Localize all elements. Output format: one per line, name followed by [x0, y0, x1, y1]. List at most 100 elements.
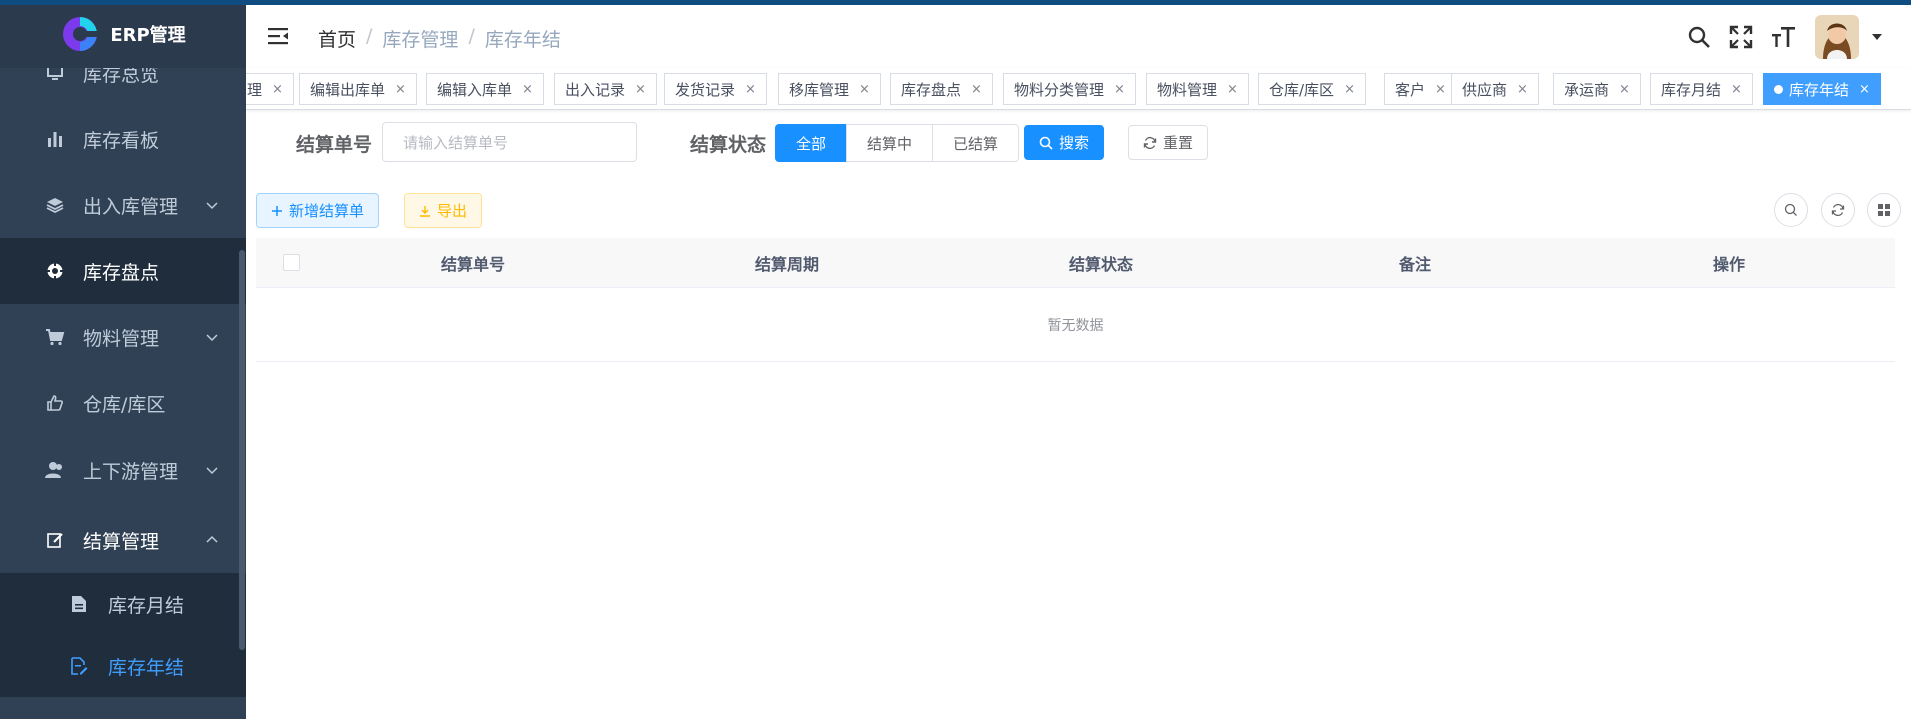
sidebar-item-inout-management[interactable]: 出入库管理 — [0, 172, 246, 238]
tag-material-category[interactable]: 物料分类管理 × — [1003, 73, 1136, 105]
search-icon — [1039, 136, 1053, 150]
cart-icon — [44, 326, 66, 348]
bar-chart-icon — [44, 128, 66, 150]
download-icon — [420, 205, 430, 217]
sidebar-item-inventory-board[interactable]: 库存看板 — [0, 106, 246, 172]
status-option-settled[interactable]: 已结算 — [932, 124, 1020, 162]
close-icon[interactable]: × — [1227, 82, 1238, 97]
refresh-icon — [1831, 203, 1845, 217]
close-icon[interactable]: × — [1517, 82, 1528, 97]
logo-icon — [60, 14, 101, 54]
toggle-search-button[interactable] — [1774, 193, 1808, 227]
plus-icon — [272, 205, 282, 216]
tag-label: 供应商 — [1462, 80, 1508, 99]
select-all-checkbox[interactable] — [283, 254, 300, 271]
export-button[interactable]: 导出 — [404, 193, 483, 228]
close-icon[interactable]: × — [272, 82, 283, 97]
tag-label: 承运商 — [1564, 80, 1610, 99]
close-icon[interactable]: × — [1731, 82, 1742, 97]
column-header-remark[interactable]: 备注 — [1258, 238, 1572, 288]
tag-label: 编辑出库单 — [310, 80, 386, 99]
column-header-period[interactable]: 结算周期 — [630, 238, 944, 288]
tag-yearly-closing[interactable]: 库存年结 × — [1763, 73, 1881, 105]
columns-button[interactable] — [1867, 193, 1901, 227]
sidebar-item-label: 出入库管理 — [83, 195, 179, 218]
menu-fold-icon[interactable] — [266, 24, 290, 48]
app-logo[interactable]: ERP管理 — [0, 0, 246, 68]
close-icon[interactable]: × — [1859, 82, 1870, 97]
close-icon[interactable]: × — [745, 82, 756, 97]
caret-down-icon[interactable] — [1871, 31, 1883, 43]
sidebar-item-label: 上下游管理 — [83, 460, 179, 483]
close-icon[interactable]: × — [1619, 82, 1630, 97]
breadcrumb-home[interactable]: 首页 — [318, 25, 356, 52]
thumb-icon — [44, 392, 66, 414]
grid-icon — [1878, 204, 1890, 216]
tag-transfer[interactable]: 移库管理 × — [778, 73, 881, 105]
tag-materials[interactable]: 物料管理 × — [1146, 73, 1249, 105]
tag-shipping-records[interactable]: 发货记录 × — [664, 73, 767, 105]
chevron-up-icon — [206, 535, 218, 543]
settlement-status-radio-group: 全部 结算中 已结算 — [775, 124, 1020, 162]
sidebar-scrollbar[interactable] — [239, 250, 245, 650]
status-option-in-progress[interactable]: 结算中 — [846, 124, 934, 162]
breadcrumb-inventory: 库存管理 — [382, 29, 459, 51]
users-icon — [44, 459, 66, 481]
sidebar-subitem-yearly-closing[interactable]: 库存年结 — [0, 635, 246, 697]
search-icon[interactable] — [1685, 23, 1713, 51]
tag-carrier[interactable]: 承运商 × — [1553, 73, 1641, 105]
tag-warehouse[interactable]: 仓库/库区 × — [1258, 73, 1366, 105]
close-icon[interactable]: × — [1114, 82, 1125, 97]
status-option-all[interactable]: 全部 — [775, 124, 848, 162]
tag-inout-records[interactable]: 出入记录 × — [554, 73, 657, 105]
settlement-no-label: 结算单号 — [296, 134, 373, 156]
tag-label: 移库管理 — [789, 80, 850, 99]
edit-icon — [44, 529, 66, 551]
font-size-icon[interactable] — [1769, 23, 1797, 51]
settlement-no-input[interactable]: 请输入结算单号 — [382, 122, 637, 162]
close-icon[interactable]: × — [1435, 82, 1446, 97]
app-title: ERP管理 — [110, 25, 186, 46]
sidebar-item-warehouse[interactable]: 仓库/库区 — [0, 370, 246, 436]
sidebar-item-stocktaking[interactable]: 库存盘点 — [0, 238, 246, 304]
sidebar-item-label: 仓库/库区 — [83, 393, 166, 416]
add-settlement-button[interactable]: 新增结算单 — [256, 193, 380, 228]
sidebar-item-label: 库存月结 — [108, 594, 185, 617]
close-icon[interactable]: × — [395, 82, 406, 97]
sidebar-subitem-monthly-closing[interactable]: 库存月结 — [0, 573, 246, 635]
tag-customer[interactable]: 客户 × — [1384, 73, 1457, 105]
tag-edit-inbound[interactable]: 编辑入库单 × — [426, 73, 544, 105]
column-header-settlement-no[interactable]: 结算单号 — [316, 238, 630, 288]
fullscreen-icon[interactable] — [1727, 23, 1755, 51]
tag-label: 发货记录 — [675, 80, 736, 99]
tag-edit-outbound[interactable]: 编辑出库单 × — [299, 73, 417, 105]
reset-button[interactable]: 重置 — [1128, 125, 1209, 160]
refresh-button[interactable] — [1821, 193, 1855, 227]
table-header: 结算单号 结算周期 结算状态 备注 操作 — [256, 238, 1895, 288]
user-avatar[interactable] — [1815, 15, 1859, 59]
search-button[interactable]: 搜索 — [1024, 125, 1105, 160]
top-accent-stripe — [0, 0, 1911, 5]
close-icon[interactable]: × — [859, 82, 870, 97]
column-header-status[interactable]: 结算状态 — [944, 238, 1258, 288]
sidebar-item-label: 结算管理 — [83, 530, 160, 553]
close-icon[interactable]: × — [1344, 82, 1355, 97]
sidebar-item-settlement[interactable]: 结算管理 — [0, 507, 246, 573]
tag-stocktaking[interactable]: 库存盘点 × — [890, 73, 993, 105]
tag-supplier[interactable]: 供应商 × — [1451, 73, 1539, 105]
sidebar-item-label: 库存盘点 — [83, 261, 160, 284]
tag-label: 库存盘点 — [901, 80, 962, 99]
sidebar-item-partners[interactable]: 上下游管理 — [0, 437, 246, 503]
search-icon — [1784, 203, 1797, 216]
close-icon[interactable]: × — [971, 82, 982, 97]
chevron-down-icon — [206, 334, 218, 342]
sidebar-item-materials[interactable]: 物料管理 — [0, 304, 246, 370]
tag-partial[interactable]: 理 × — [246, 73, 294, 105]
tag-monthly-closing[interactable]: 库存月结 × — [1650, 73, 1753, 105]
export-button-label: 导出 — [437, 202, 468, 220]
breadcrumb-current: 库存年结 — [484, 29, 561, 51]
document-edit-icon — [68, 655, 90, 677]
close-icon[interactable]: × — [522, 82, 533, 97]
close-icon[interactable]: × — [635, 82, 646, 97]
active-dot-icon — [1774, 84, 1783, 94]
